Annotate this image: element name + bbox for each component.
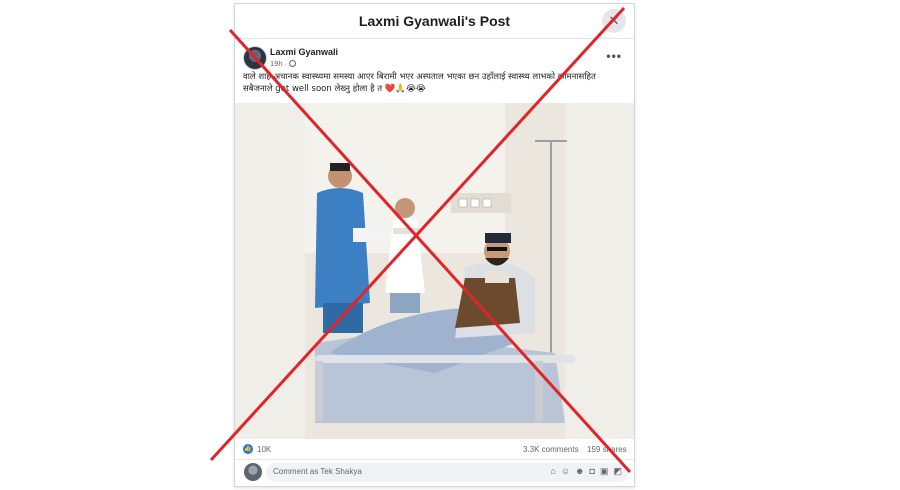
post-text: वाले शाह अचानक स्वास्थ्यमा समस्या आएर बि… bbox=[235, 71, 634, 99]
globe-icon bbox=[289, 60, 297, 67]
comment-input[interactable]: Comment as Tek Shakya ⌂ ☺ ☻ ◘ ▣ ◩ bbox=[266, 463, 628, 482]
engagement-stats: 👍 10K 3.3K comments 159 shares bbox=[235, 441, 634, 459]
comment-placeholder: Comment as Tek Shakya bbox=[273, 467, 362, 476]
post-author-row: Laxmi Gyanwali 19h · ••• bbox=[235, 39, 634, 71]
author-avatar[interactable] bbox=[243, 46, 267, 70]
comment-tools: ⌂ ☺ ☻ ◘ ▣ ◩ bbox=[550, 466, 622, 477]
emoji-icon[interactable]: ☻ bbox=[575, 466, 584, 477]
like-count[interactable]: 10K bbox=[257, 445, 271, 454]
camera-icon[interactable]: ◘ bbox=[590, 466, 595, 477]
like-icon[interactable]: 👍 bbox=[243, 444, 253, 454]
shares-count[interactable]: 159 shares bbox=[587, 445, 627, 454]
gif-icon[interactable]: ▣ bbox=[600, 466, 609, 477]
comments-count[interactable]: 3.3K comments bbox=[523, 445, 579, 454]
post-text-line: वाले शाह अचानक स्वास्थ्यमा समस्या आएर बि… bbox=[243, 72, 596, 82]
post-text-line: सबैजनाले get well soon लेख्नु होला है त … bbox=[243, 84, 426, 94]
post-photo[interactable] bbox=[235, 103, 634, 439]
avatar-sticker-icon[interactable]: ☺ bbox=[561, 466, 570, 477]
more-options-icon[interactable]: ••• bbox=[606, 49, 622, 63]
modal-title: Laxmi Gyanwali's Post bbox=[358, 13, 511, 29]
modal-header: Laxmi Gyanwali's Post ✕ bbox=[235, 4, 634, 39]
sticker-face-icon[interactable]: ◩ bbox=[613, 466, 622, 477]
post-time[interactable]: 19h · bbox=[270, 59, 287, 68]
author-name[interactable]: Laxmi Gyanwali bbox=[270, 47, 338, 57]
post-meta: 19h · bbox=[270, 59, 297, 68]
sticker-icon[interactable]: ⌂ bbox=[550, 466, 555, 477]
user-avatar[interactable] bbox=[244, 463, 262, 481]
comment-composer: Comment as Tek Shakya ⌂ ☺ ☻ ◘ ▣ ◩ bbox=[235, 459, 634, 486]
post-modal: Laxmi Gyanwali's Post ✕ Laxmi Gyanwali 1… bbox=[234, 3, 635, 487]
close-icon[interactable]: ✕ bbox=[602, 9, 626, 33]
hospital-scene-image bbox=[235, 103, 634, 439]
